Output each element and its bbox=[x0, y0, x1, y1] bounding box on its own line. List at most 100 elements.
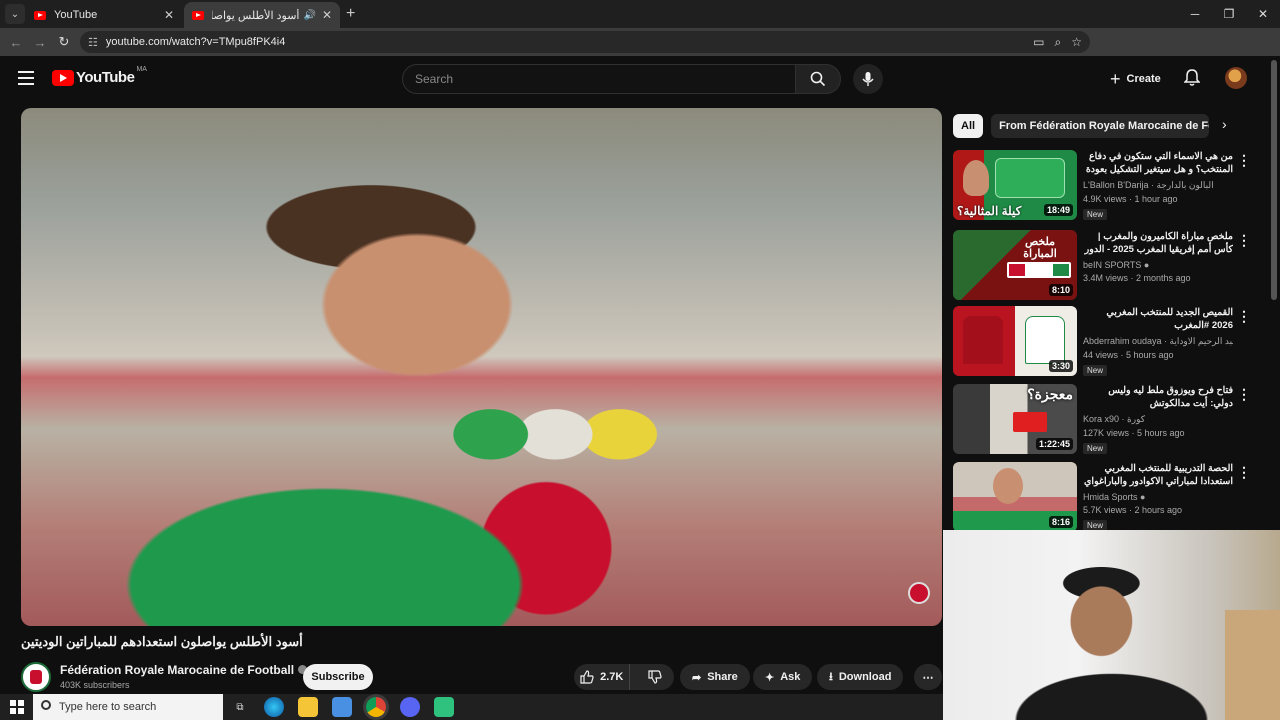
video-thumbnail[interactable]: معجزة؟ 1:22:45 bbox=[953, 384, 1077, 454]
recommendation-stats: 127K views · 5 hours ago bbox=[1083, 428, 1185, 438]
discord-icon[interactable] bbox=[400, 697, 420, 717]
recommendations-list: كيلة المثالية؟ 18:49 من هي الاسماء التي … bbox=[953, 150, 1253, 530]
browser-tab-active[interactable]: أسود الأطلس يواصلون استعدادهم للمباريات … bbox=[184, 2, 340, 28]
recommendation-channel[interactable]: Kora x90 · كورة bbox=[1083, 414, 1233, 425]
minimize-icon[interactable]: ─ bbox=[1178, 0, 1212, 28]
more-horizontal-icon: ⋯ bbox=[922, 671, 934, 684]
channel-name[interactable]: Fédération Royale Marocaine de Football bbox=[60, 663, 308, 677]
list-item[interactable]: 8:16 الحصة التدريبية للمنتخب المغربي است… bbox=[953, 462, 1253, 530]
edge-icon[interactable] bbox=[264, 697, 284, 717]
list-item[interactable]: كيلة المثالية؟ 18:49 من هي الاسماء التي … bbox=[953, 150, 1253, 222]
android-app-icon[interactable] bbox=[434, 697, 454, 717]
recommendation-title[interactable]: من هي الاسماء التي ستكون في دفاع المنتخب… bbox=[1083, 150, 1233, 176]
chip-from-channel[interactable]: From Fédération Royale Marocaine de Foot… bbox=[991, 114, 1210, 138]
channel-avatar[interactable] bbox=[21, 662, 51, 692]
taskbar-search-input[interactable]: Type here to search bbox=[33, 694, 223, 720]
country-code: MA bbox=[136, 66, 147, 73]
reload-icon[interactable]: ↻ bbox=[52, 34, 76, 50]
recommendation-stats: 3.4M views · 2 months ago bbox=[1083, 273, 1191, 283]
store-icon[interactable] bbox=[332, 697, 352, 717]
download-button[interactable]: ⭳ Download bbox=[817, 664, 904, 690]
close-tab-icon[interactable]: ✕ bbox=[322, 8, 332, 22]
more-vertical-icon[interactable]: ⋮ bbox=[1237, 152, 1251, 169]
channel-text: beIN SPORTS bbox=[1083, 260, 1142, 270]
list-item[interactable]: ملخص المباراة 8:10 ملخص مباراة الكاميرون… bbox=[953, 230, 1253, 302]
microphone-icon bbox=[862, 72, 874, 86]
file-explorer-icon[interactable] bbox=[298, 697, 318, 717]
tab-search-chevron-icon[interactable]: ⌄ bbox=[5, 4, 25, 24]
channel-watermark-icon[interactable] bbox=[908, 582, 930, 604]
webcam-overlay bbox=[943, 530, 1280, 720]
recommendation-channel[interactable]: L'Ballon B'Darija · البالون بالدارجة bbox=[1083, 180, 1233, 191]
notifications-bell-icon[interactable] bbox=[1183, 69, 1201, 92]
chrome-icon[interactable] bbox=[366, 697, 386, 717]
more-actions-button[interactable]: ⋯ bbox=[914, 664, 942, 690]
recommendation-channel[interactable]: Hmida Sports ● bbox=[1083, 492, 1233, 502]
zoom-icon[interactable]: ⌕ bbox=[1055, 35, 1062, 50]
taskbar-search-placeholder: Type here to search bbox=[59, 701, 157, 713]
windows-taskbar: Type here to search ⧉ bbox=[0, 694, 943, 720]
ask-button[interactable]: ✦ Ask bbox=[753, 664, 813, 690]
back-icon[interactable]: ← bbox=[4, 35, 28, 50]
guide-menu-icon[interactable] bbox=[18, 71, 34, 85]
video-thumbnail[interactable]: كيلة المثالية؟ 18:49 bbox=[953, 150, 1077, 220]
like-button[interactable]: 2.7K bbox=[574, 664, 631, 690]
youtube-play-icon bbox=[52, 69, 74, 86]
close-tab-icon[interactable]: ✕ bbox=[164, 8, 174, 22]
new-tab-icon[interactable]: + bbox=[346, 5, 355, 23]
share-button[interactable]: ➦ Share bbox=[680, 664, 750, 690]
recommendation-channel[interactable]: beIN SPORTS ● bbox=[1083, 260, 1233, 270]
create-label: Create bbox=[1126, 73, 1161, 85]
youtube-favicon-icon bbox=[192, 10, 204, 20]
dislike-button[interactable] bbox=[636, 670, 674, 684]
browser-tab-youtube[interactable]: YouTube ✕ bbox=[26, 2, 182, 28]
download-label: Download bbox=[838, 671, 892, 683]
video-thumbnail[interactable]: 3:30 bbox=[953, 306, 1077, 376]
recommendation-title[interactable]: فتاح فرح ويوزوق ملط ليه وليس دولي: أيت م… bbox=[1083, 384, 1233, 410]
forward-icon[interactable]: → bbox=[28, 35, 52, 50]
chip-all[interactable]: All bbox=[953, 114, 984, 138]
video-thumbnail[interactable]: 8:16 bbox=[953, 462, 1077, 530]
youtube-favicon-icon bbox=[34, 10, 46, 20]
recommendation-title[interactable]: القميص الجديد للمنتخب المغربي 2026 #المغ… bbox=[1083, 306, 1233, 332]
video-player[interactable] bbox=[21, 108, 942, 626]
chevron-right-icon[interactable]: › bbox=[1222, 116, 1227, 132]
duration-badge: 18:49 bbox=[1043, 204, 1073, 216]
task-view-icon[interactable]: ⧉ bbox=[230, 697, 250, 717]
url-text: youtube.com/watch?v=TMpu8fPK4i4 bbox=[105, 36, 286, 48]
video-thumbnail[interactable]: ملخص المباراة 8:10 bbox=[953, 230, 1077, 300]
voice-search-button[interactable] bbox=[853, 64, 883, 94]
thumbs-down-icon bbox=[648, 670, 662, 684]
recommendation-title[interactable]: الحصة التدريبية للمنتخب المغربي استعدادا… bbox=[1083, 462, 1233, 488]
list-item[interactable]: معجزة؟ 1:22:45 فتاح فرح ويوزوق ملط ليه و… bbox=[953, 384, 1253, 456]
duration-badge: 8:16 bbox=[1048, 516, 1073, 528]
search-button[interactable] bbox=[795, 64, 841, 94]
account-avatar[interactable] bbox=[1225, 67, 1247, 89]
like-count: 2.7K bbox=[600, 671, 624, 683]
recommendation-stats: 4.9K views · 1 hour ago bbox=[1083, 194, 1178, 204]
recommendation-channel[interactable]: Abderrahim oudaya · عبد الرحيم الاوداية bbox=[1083, 336, 1233, 347]
bookmark-star-icon[interactable]: ☆ bbox=[1071, 35, 1082, 50]
more-vertical-icon[interactable]: ⋮ bbox=[1237, 308, 1251, 325]
duration-badge: 1:22:45 bbox=[1035, 438, 1073, 450]
subscribe-button[interactable]: Subscribe bbox=[303, 664, 373, 690]
download-icon: ⭳ bbox=[829, 670, 833, 683]
subscriber-count: 403K subscribers bbox=[60, 680, 130, 690]
page-scrollbar[interactable] bbox=[1271, 60, 1277, 300]
more-vertical-icon[interactable]: ⋮ bbox=[1237, 386, 1251, 403]
site-info-icon[interactable]: ☷ bbox=[88, 36, 98, 49]
speaker-icon[interactable]: 🔊 bbox=[303, 10, 315, 21]
windows-start-icon[interactable] bbox=[10, 700, 24, 714]
address-bar[interactable]: ☷ youtube.com/watch?v=TMpu8fPK4i4 ▭ ⌕ ☆ bbox=[80, 31, 1090, 53]
more-vertical-icon[interactable]: ⋮ bbox=[1237, 464, 1251, 481]
more-vertical-icon[interactable]: ⋮ bbox=[1237, 232, 1251, 249]
cast-icon[interactable]: ▭ bbox=[1033, 35, 1044, 50]
close-window-icon[interactable]: ✕ bbox=[1246, 0, 1280, 28]
recommendation-title[interactable]: ملخص مباراة الكاميرون والمغرب | كأس أمم … bbox=[1083, 230, 1233, 256]
youtube-logo[interactable]: YouTube MA bbox=[52, 66, 147, 86]
list-item[interactable]: 3:30 القميص الجديد للمنتخب المغربي 2026 … bbox=[953, 306, 1253, 378]
create-button[interactable]: + Create bbox=[1102, 64, 1169, 94]
thumbs-up-icon bbox=[580, 670, 594, 684]
search-input[interactable]: Search bbox=[402, 64, 796, 94]
restore-icon[interactable]: ❐ bbox=[1212, 0, 1246, 28]
